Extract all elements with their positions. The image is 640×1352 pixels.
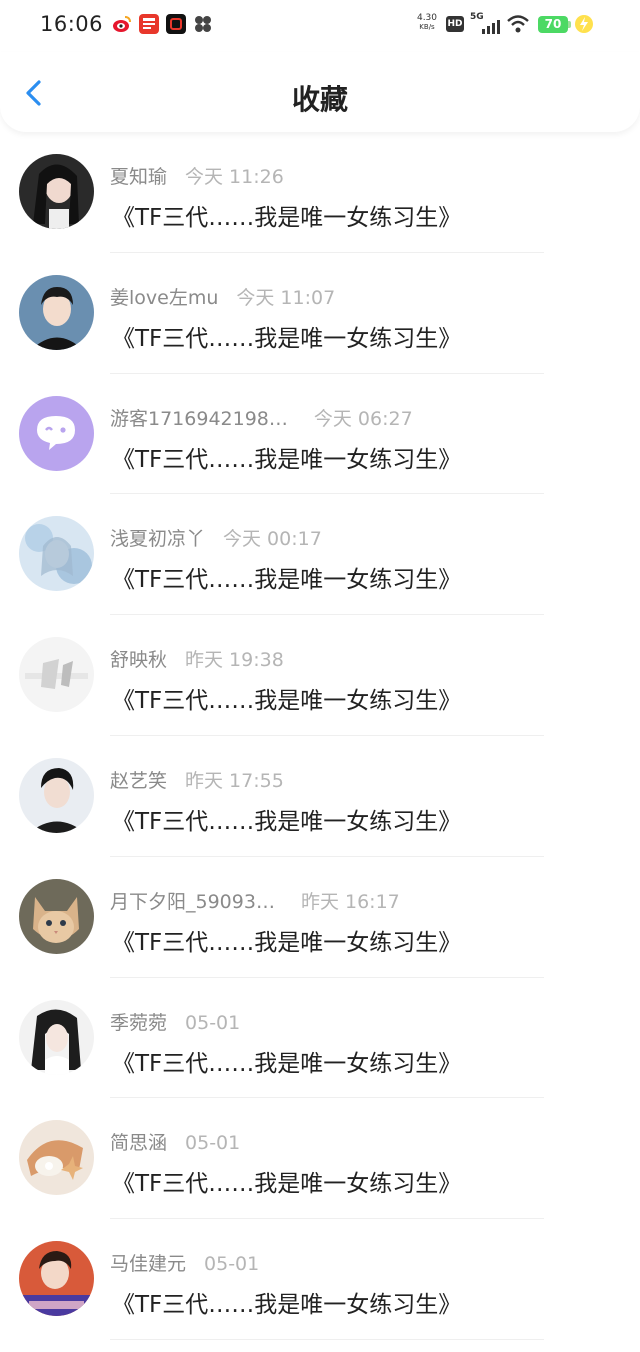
clover-app-icon <box>193 14 213 34</box>
book-title[interactable]: 《TF三代……我是唯一女练习生》 <box>112 440 461 474</box>
user-avatar[interactable] <box>19 516 94 592</box>
user-avatar[interactable] <box>19 878 94 954</box>
battery-tip <box>568 21 571 28</box>
list-item[interactable]: 赵艺笑 昨天 17:55 《TF三代……我是唯一女练习生》 <box>0 736 640 857</box>
user-name[interactable]: 季菀菀 <box>110 1012 167 1034</box>
list-item[interactable]: 舒映秋 昨天 19:38 《TF三代……我是唯一女练习生》 <box>0 615 640 736</box>
item-time: 今天 06:27 <box>313 407 413 430</box>
nav-header: 收藏 <box>0 52 640 132</box>
book-title[interactable]: 《TF三代……我是唯一女练习生》 <box>112 802 461 836</box>
list-item[interactable]: 季菀菀 05-01 《TF三代……我是唯一女练习生》 <box>0 978 640 1099</box>
book-title[interactable]: 《TF三代……我是唯一女练习生》 <box>112 923 461 957</box>
item-time: 今天 00:17 <box>223 528 322 551</box>
user-avatar[interactable] <box>19 274 94 350</box>
user-name[interactable]: 赵艺笑 <box>110 770 167 792</box>
item-meta: 季菀菀 05-01 <box>110 1008 240 1035</box>
user-name[interactable]: 舒映秋 <box>110 649 167 671</box>
status-bar: 16:06 4.30 KB/s HD 5G 70 <box>0 0 640 52</box>
item-time: 05-01 <box>204 1253 260 1276</box>
item-meta: 马佳建元 05-01 <box>110 1249 259 1276</box>
list-item[interactable]: 马佳建元 05-01 《TF三代……我是唯一女练习生》 <box>0 1219 640 1340</box>
user-name[interactable]: 浅夏初凉丫 <box>110 528 205 550</box>
favorites-list: 夏知瑜 今天 11:26 《TF三代……我是唯一女练习生》 姜love左mu 今天 … <box>0 132 640 1340</box>
user-avatar[interactable] <box>19 999 94 1075</box>
item-time: 昨天 19:38 <box>185 649 284 672</box>
book-title[interactable]: 《TF三代……我是唯一女练习生》 <box>112 1285 461 1319</box>
item-time: 今天 11:07 <box>236 286 336 309</box>
cellular-signal-icon: 5G <box>470 12 502 34</box>
item-meta: 月下夕阳_59093… 昨天 16:17 <box>110 887 400 914</box>
list-item[interactable]: 游客1716942198… 今天 06:27 《TF三代……我是唯一女练习生》 <box>0 374 640 495</box>
item-meta: 浅夏初凉丫 今天 00:17 <box>110 524 322 551</box>
book-title[interactable]: 《TF三代……我是唯一女练习生》 <box>112 681 461 715</box>
page-title: 收藏 <box>291 83 348 116</box>
battery-indicator: 70 <box>538 16 568 33</box>
book-title[interactable]: 《TF三代……我是唯一女练习生》 <box>112 1044 461 1078</box>
wifi-icon <box>506 14 530 38</box>
item-time: 昨天 16:17 <box>300 890 400 913</box>
user-name[interactable]: 游客1716942198… <box>110 408 288 430</box>
user-avatar[interactable] <box>19 637 94 713</box>
user-name[interactable]: 姜love左mu <box>110 287 218 309</box>
item-meta: 简思涵 05-01 <box>110 1128 240 1155</box>
item-meta: 赵艺笑 昨天 17:55 <box>110 766 284 793</box>
hd-badge: HD <box>446 16 464 32</box>
item-meta: 姜love左mu 今天 11:07 <box>110 283 335 310</box>
network-speed: 4.30 KB/s <box>416 13 438 32</box>
user-name[interactable]: 马佳建元 <box>110 1253 186 1275</box>
item-time: 昨天 17:55 <box>185 769 284 792</box>
status-time: 16:06 <box>40 12 104 36</box>
book-title[interactable]: 《TF三代……我是唯一女练习生》 <box>112 1164 461 1198</box>
list-item[interactable]: 简思涵 05-01 《TF三代……我是唯一女练习生》 <box>0 1098 640 1220</box>
item-meta: 游客1716942198… 今天 06:27 <box>110 404 413 431</box>
divider <box>110 1338 544 1340</box>
user-avatar[interactable] <box>19 154 94 229</box>
book-title[interactable]: 《TF三代……我是唯一女练习生》 <box>112 319 461 353</box>
user-name[interactable]: 夏知瑜 <box>110 166 167 188</box>
item-meta: 舒映秋 昨天 19:38 <box>110 645 284 672</box>
user-name[interactable]: 月下夕阳_59093… <box>110 891 275 913</box>
user-avatar[interactable] <box>19 757 94 833</box>
list-item[interactable]: 夏知瑜 今天 11:26 《TF三代……我是唯一女练习生》 <box>0 132 640 253</box>
toutiao-icon <box>139 14 159 34</box>
default-avatar-icon[interactable] <box>19 395 94 471</box>
item-meta: 夏知瑜 今天 11:26 <box>110 162 284 189</box>
list-item[interactable]: 浅夏初凉丫 今天 00:17 《TF三代……我是唯一女练习生》 <box>0 494 640 616</box>
app-icon-dark <box>166 14 186 34</box>
user-name[interactable]: 简思涵 <box>110 1132 167 1154</box>
item-time: 今天 11:26 <box>185 166 284 188</box>
list-item[interactable]: 月下夕阳_59093… 昨天 16:17 《TF三代……我是唯一女练习生》 <box>0 857 640 978</box>
item-time: 05-01 <box>185 1011 241 1034</box>
book-title[interactable]: 《TF三代……我是唯一女练习生》 <box>112 560 461 594</box>
user-avatar[interactable] <box>19 1241 94 1317</box>
list-item[interactable]: 姜love左mu 今天 11:07 《TF三代……我是唯一女练习生》 <box>0 253 640 374</box>
book-title[interactable]: 《TF三代……我是唯一女练习生》 <box>112 198 461 232</box>
user-avatar[interactable] <box>19 1120 94 1196</box>
weibo-icon <box>112 14 132 34</box>
item-time: 05-01 <box>185 1132 241 1155</box>
charging-icon <box>575 15 593 33</box>
